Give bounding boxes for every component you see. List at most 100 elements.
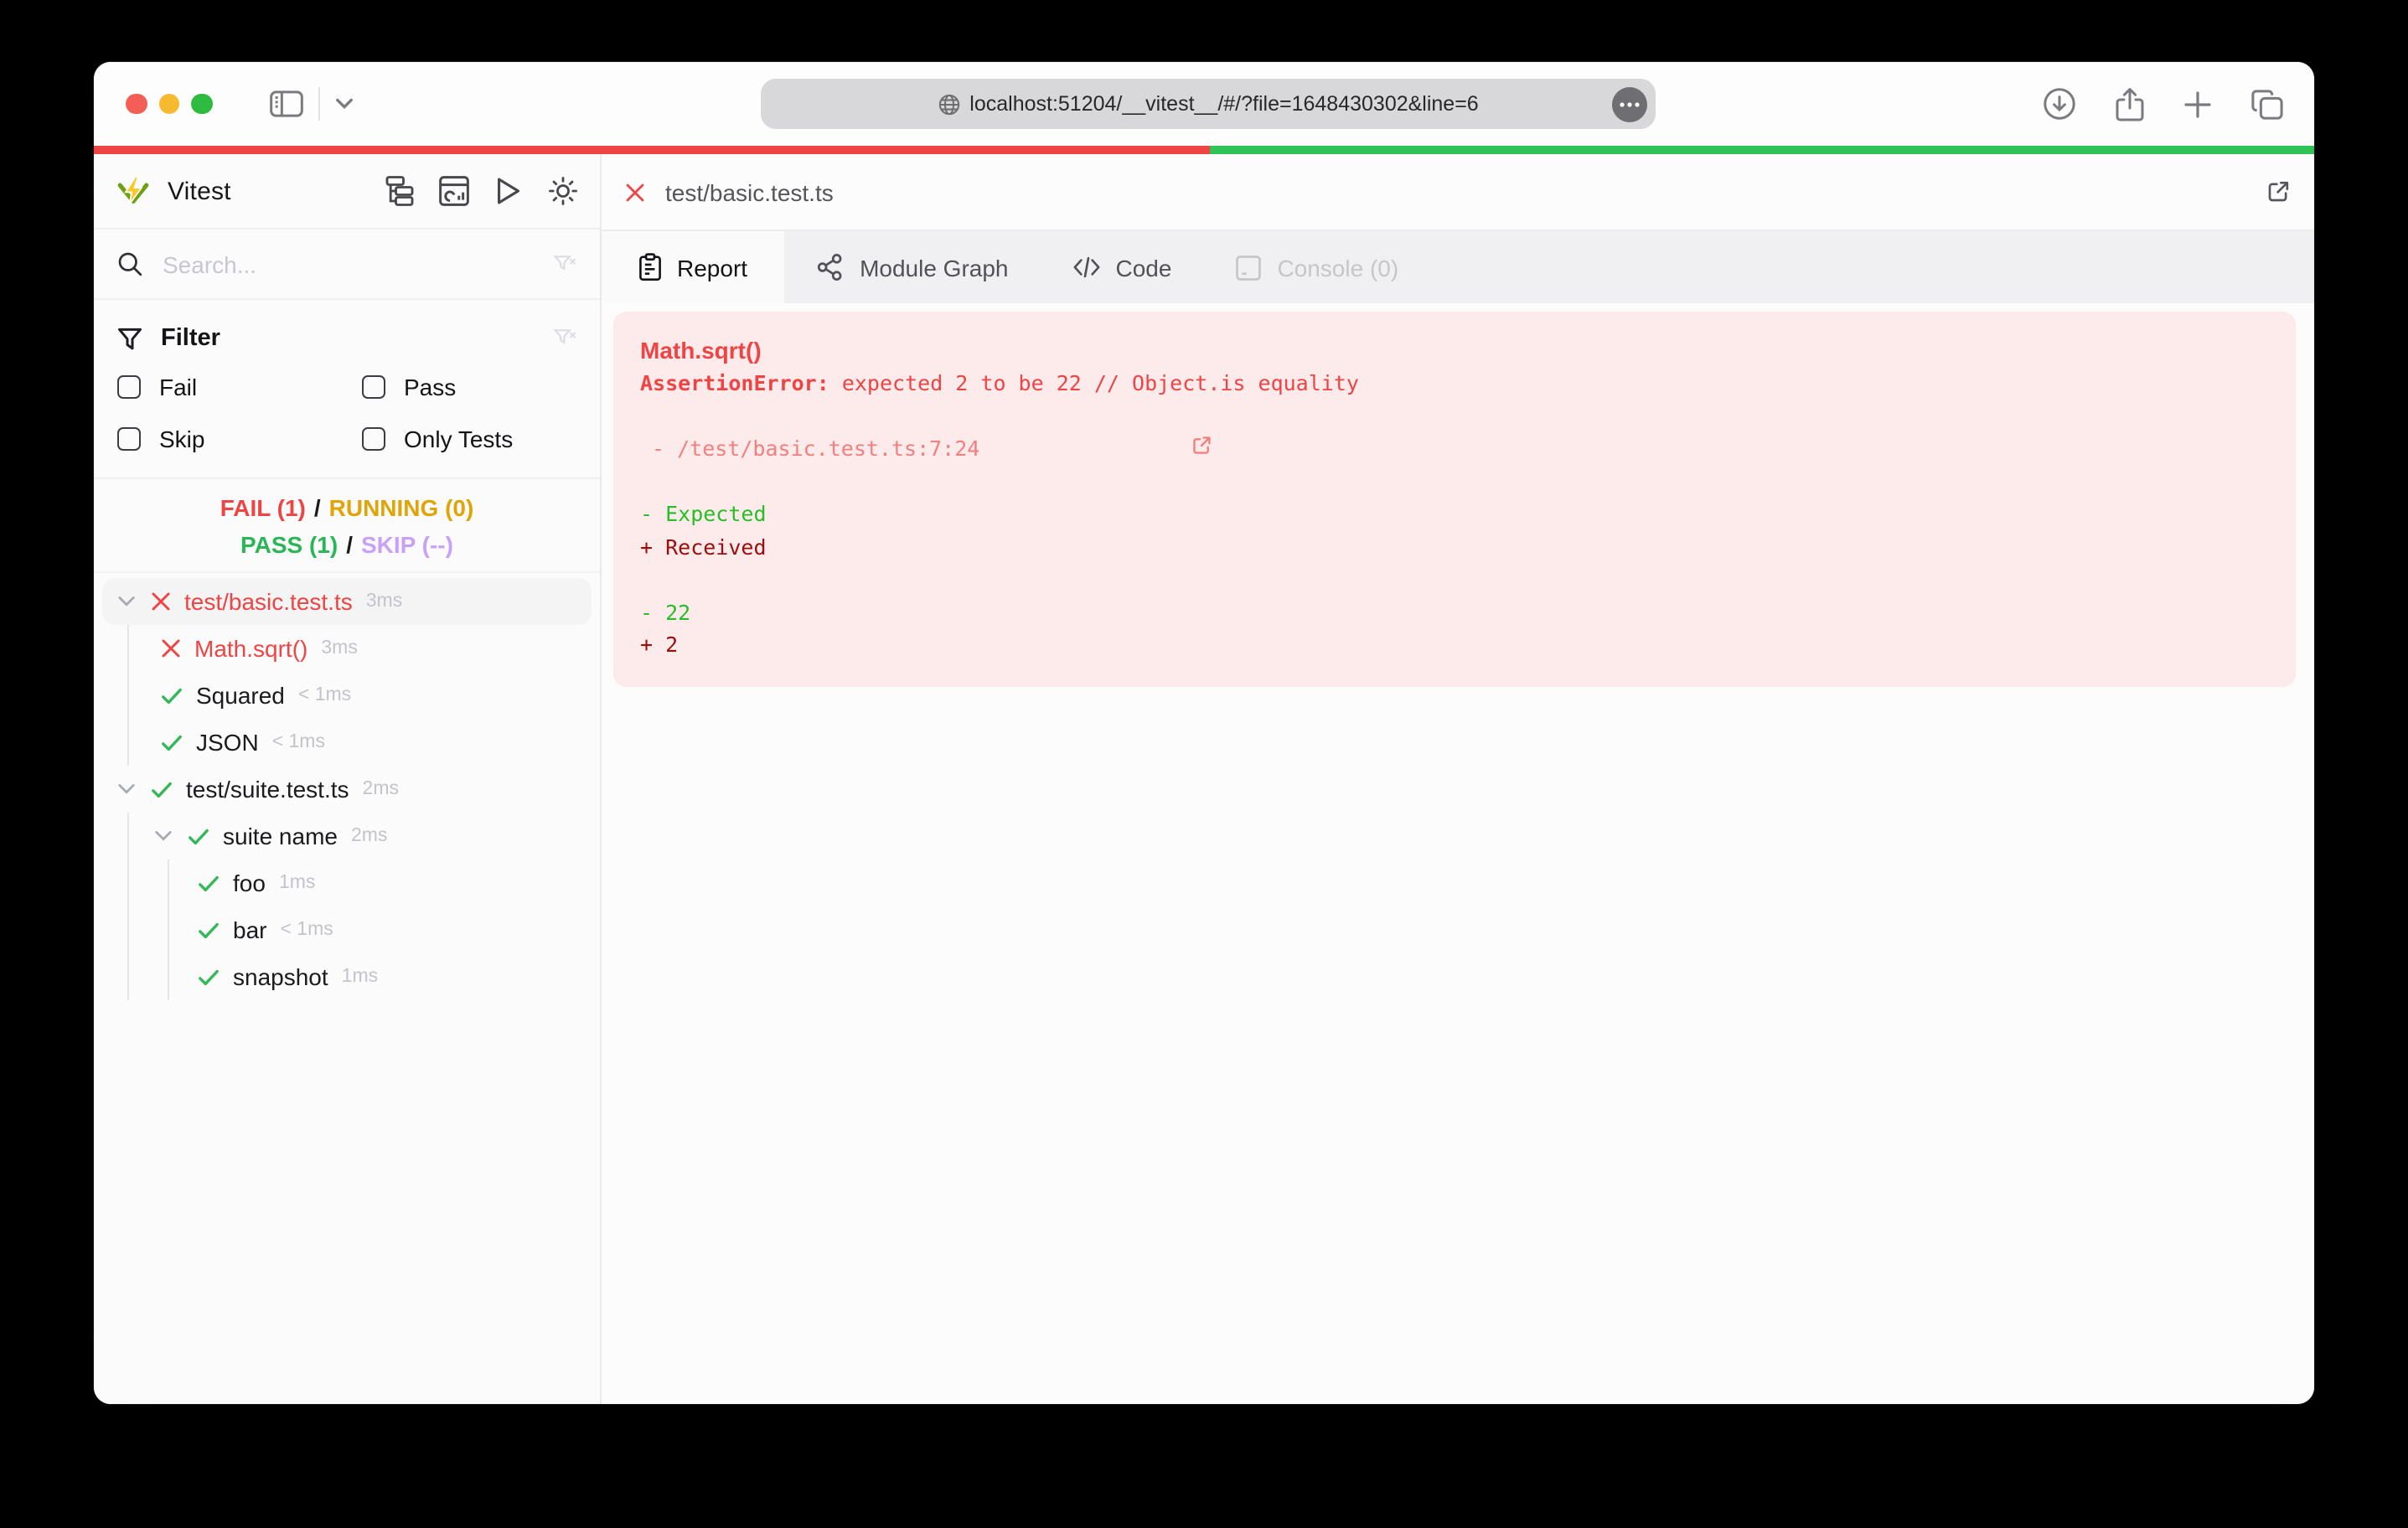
tab-module-graph[interactable]: Module Graph xyxy=(784,231,1040,303)
sidebar: Vitest Search... Filter Fail Pass Skip O… xyxy=(94,154,602,1404)
toolbar-right-group xyxy=(2043,62,2284,146)
tab-report[interactable]: Report xyxy=(602,231,785,303)
open-file-name: test/basic.test.ts xyxy=(665,178,834,205)
desktop: localhost:51204/__vitest__/#/?file=16484… xyxy=(0,0,2408,1528)
code-icon xyxy=(1072,255,1101,280)
duration: < 1ms xyxy=(280,920,333,940)
address-bar[interactable]: localhost:51204/__vitest__/#/?file=16484… xyxy=(761,79,1656,129)
run-all-icon[interactable] xyxy=(494,176,523,206)
fail-icon xyxy=(151,591,171,612)
new-tab-icon[interactable] xyxy=(2183,90,2212,118)
diff-expected-label: - Expected xyxy=(640,501,767,526)
tree-item-suite-name[interactable]: suite name 2ms xyxy=(94,813,600,860)
search-bar xyxy=(94,230,600,300)
running-count: RUNNING (0) xyxy=(328,494,474,521)
duration: 1ms xyxy=(341,967,379,987)
close-file-icon[interactable] xyxy=(625,182,645,202)
assertion-error-line: AssertionError: expected 2 to be 22 // O… xyxy=(640,370,1359,395)
tree-item-basic-test-file[interactable]: test/basic.test.ts 3ms xyxy=(102,578,592,625)
tree-guide-line xyxy=(168,953,169,1000)
tree-item-bar[interactable]: bar < 1ms xyxy=(94,906,600,953)
browser-titlebar: localhost:51204/__vitest__/#/?file=16484… xyxy=(94,62,2314,146)
test-tree: test/basic.test.ts 3ms Math.sqrt() 3ms S… xyxy=(94,573,600,1404)
view-tabs: Report Module Graph Code Console (0) xyxy=(602,230,2314,303)
tree-guide-line xyxy=(127,813,129,860)
filter-options: Fail Pass Skip Only Tests xyxy=(117,360,576,464)
checkbox-pass[interactable] xyxy=(362,374,385,398)
filter-option-skip[interactable]: Skip xyxy=(117,412,362,464)
tree-item-squared[interactable]: Squared < 1ms xyxy=(94,672,600,719)
chevron-down-icon[interactable] xyxy=(117,782,136,796)
diff-received-label: + Received xyxy=(640,534,767,559)
downloads-icon[interactable] xyxy=(2043,87,2076,121)
tree-item-suite-test-file[interactable]: test/suite.test.ts 2ms xyxy=(94,766,600,813)
filter-option-pass[interactable]: Pass xyxy=(362,360,576,412)
share-icon[interactable] xyxy=(2115,86,2145,121)
toolbar-divider xyxy=(318,87,319,121)
sidebar-toggle-icon[interactable] xyxy=(269,90,302,117)
pass-icon xyxy=(161,686,183,705)
dashboard-icon[interactable] xyxy=(439,176,469,206)
open-in-editor-icon[interactable] xyxy=(2266,179,2291,204)
pass-icon xyxy=(198,874,220,892)
filter-section: Filter Fail Pass Skip Only Tests xyxy=(94,300,600,479)
minimize-window-button[interactable] xyxy=(158,93,179,115)
tab-code[interactable]: Code xyxy=(1041,231,1204,303)
duration: < 1ms xyxy=(271,732,325,752)
tree-item-snapshot[interactable]: snapshot 1ms xyxy=(94,953,600,1000)
page-settings-icon[interactable] xyxy=(1612,86,1647,121)
vitest-ui: Vitest Search... Filter Fail Pass Skip O… xyxy=(94,154,2314,1404)
duration: 3ms xyxy=(321,638,358,658)
close-window-button[interactable] xyxy=(126,93,147,115)
chevron-down-icon[interactable] xyxy=(334,97,353,111)
tree-guide-line xyxy=(168,860,169,906)
open-file-tab[interactable]: test/basic.test.ts xyxy=(602,154,2314,230)
tree-guide-line xyxy=(127,625,129,672)
diff-received-value: + 2 xyxy=(640,632,679,657)
chevron-down-icon[interactable] xyxy=(154,829,173,843)
vitest-logo-icon xyxy=(116,173,151,209)
filter-option-fail[interactable]: Fail xyxy=(117,360,362,412)
tree-guide-line xyxy=(127,672,129,719)
search-input[interactable] xyxy=(163,250,553,277)
pass-icon xyxy=(198,968,220,986)
tree-item-json[interactable]: JSON < 1ms xyxy=(94,719,600,766)
tree-guide-line xyxy=(127,860,129,906)
url-text: localhost:51204/__vitest__/#/?file=16484… xyxy=(969,92,1479,116)
failed-test-name: Math.sqrt() xyxy=(640,337,762,364)
tree-guide-line xyxy=(127,719,129,766)
external-link-icon xyxy=(990,400,1212,498)
tab-console[interactable]: Console (0) xyxy=(1203,231,1430,303)
progress-pass-segment xyxy=(1210,146,2314,154)
filter-title: Filter xyxy=(161,325,220,352)
checkbox-fail[interactable] xyxy=(117,374,141,398)
clear-filters-icon[interactable] xyxy=(553,327,576,350)
diff-expected-value: - 22 xyxy=(640,599,691,624)
test-summary: FAIL (1) / RUNNING (0) PASS (1) / SKIP (--) xyxy=(94,479,600,573)
globe-icon xyxy=(938,93,959,115)
tab-overview-icon[interactable] xyxy=(2250,88,2284,120)
tree-view-icon[interactable] xyxy=(385,176,414,206)
checkbox-skip[interactable] xyxy=(117,426,141,450)
sidebar-header: Vitest xyxy=(94,154,600,230)
summary-line-1: FAIL (1) / RUNNING (0) xyxy=(220,494,474,521)
diff-block: - Expected + Received - 22 + 2 xyxy=(640,498,2269,661)
checkbox-only-tests[interactable] xyxy=(362,426,385,450)
pass-icon xyxy=(188,827,209,845)
chevron-down-icon[interactable] xyxy=(117,595,136,608)
app-title: Vitest xyxy=(168,177,231,205)
filter-option-only-tests[interactable]: Only Tests xyxy=(362,412,576,464)
clear-search-filter-icon[interactable] xyxy=(553,252,576,276)
traffic-lights xyxy=(126,93,212,115)
tree-item-math-sqrt[interactable]: Math.sqrt() 3ms xyxy=(94,625,600,672)
theme-toggle-icon[interactable] xyxy=(548,176,578,206)
error-report-card: Math.sqrt() AssertionError: expected 2 t… xyxy=(613,312,2296,686)
fail-icon xyxy=(161,638,181,658)
stack-location-link[interactable]: - /test/basic.test.ts:7:24 xyxy=(640,400,2269,498)
console-icon xyxy=(1235,254,1262,281)
duration: 3ms xyxy=(365,591,403,612)
zoom-window-button[interactable] xyxy=(191,93,212,115)
browser-window: localhost:51204/__vitest__/#/?file=16484… xyxy=(94,62,2314,1404)
diff-blank-line xyxy=(640,563,2269,596)
tree-item-foo[interactable]: foo 1ms xyxy=(94,860,600,906)
